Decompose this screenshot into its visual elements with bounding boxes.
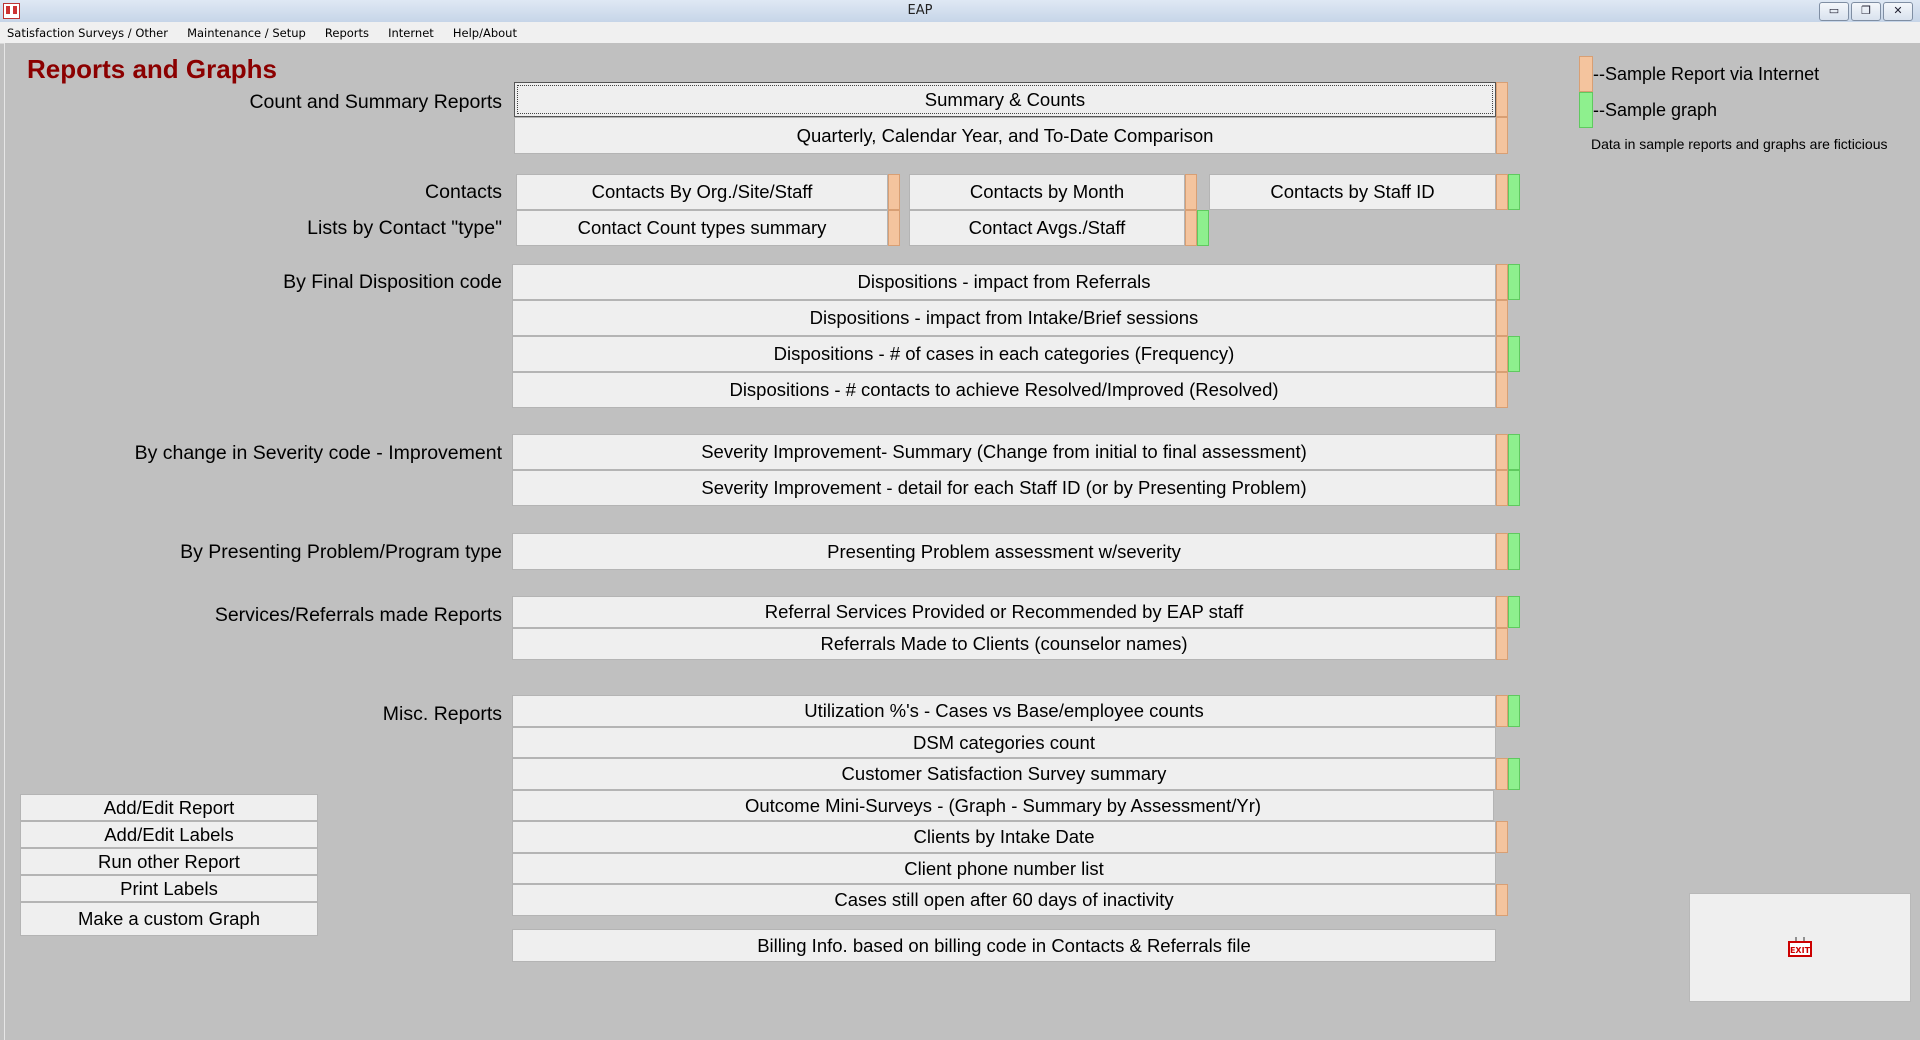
internet-marker[interactable] [888,174,900,210]
graph-marker[interactable] [1508,533,1520,570]
referral-services-button[interactable]: Referral Services Provided or Recommende… [512,596,1496,628]
internet-marker[interactable] [888,210,900,246]
section-presenting-problem: By Presenting Problem/Program type [180,541,502,563]
exit-label: EXIT [1790,946,1811,955]
menu-internet[interactable]: Internet [381,23,441,44]
window-title: EAP [907,3,933,18]
graph-marker[interactable] [1508,470,1520,506]
client-phone-list-button[interactable]: Client phone number list [512,853,1496,884]
section-lists-by-contact-type: Lists by Contact "type" [307,217,502,239]
outcome-mini-surveys-button[interactable]: Outcome Mini-Surveys - (Graph - Summary … [512,790,1494,821]
restore-button[interactable]: ❐ [1851,2,1881,21]
exit-panel[interactable]: EXIT [1689,893,1911,1002]
dispositions-resolved-button[interactable]: Dispositions - # contacts to achieve Res… [512,372,1496,408]
section-misc: Misc. Reports [382,703,502,725]
internet-marker[interactable] [1496,695,1508,727]
contact-avgs-staff-button[interactable]: Contact Avgs./Staff [909,210,1185,246]
exit-sign-icon[interactable]: EXIT [1788,937,1812,957]
menu-maintenance-setup[interactable]: Maintenance / Setup [180,23,313,44]
internet-marker[interactable] [1496,336,1508,372]
graph-marker[interactable] [1508,695,1520,727]
dispositions-intake-button[interactable]: Dispositions - impact from Intake/Brief … [512,300,1496,336]
utilization-button[interactable]: Utilization %'s - Cases vs Base/employee… [512,695,1496,727]
internet-marker[interactable] [1185,174,1197,210]
legend-graph-label: --Sample graph [1593,100,1718,120]
run-other-report-button[interactable]: Run other Report [20,848,318,875]
menu-help-about[interactable]: Help/About [446,23,524,44]
section-contacts: Contacts [425,181,502,203]
internet-marker[interactable] [1185,210,1197,246]
graph-marker[interactable] [1508,174,1520,210]
internet-marker[interactable] [1496,264,1508,300]
contacts-by-month-button[interactable]: Contacts by Month [909,174,1185,210]
internet-marker[interactable] [1496,758,1508,790]
graph-marker[interactable] [1197,210,1209,246]
open-cases-button[interactable]: Cases still open after 60 days of inacti… [512,884,1496,916]
summary-counts-button[interactable]: Summary & Counts [514,82,1496,117]
section-severity: By change in Severity code - Improvement [134,442,502,464]
page-title: Reports and Graphs [27,54,277,84]
section-services-referrals: Services/Referrals made Reports [214,604,502,626]
dispositions-frequency-button[interactable]: Dispositions - # of cases in each catego… [512,336,1496,372]
severity-summary-button[interactable]: Severity Improvement- Summary (Change fr… [512,434,1496,470]
graph-marker[interactable] [1508,758,1520,790]
internet-marker[interactable] [1496,82,1508,117]
billing-info-button[interactable]: Billing Info. based on billing code in C… [512,929,1496,962]
print-labels-button[interactable]: Print Labels [20,875,318,902]
severity-detail-button[interactable]: Severity Improvement - detail for each S… [512,470,1496,506]
graph-marker[interactable] [1508,434,1520,470]
dsm-categories-button[interactable]: DSM categories count [512,727,1496,758]
referrals-made-button[interactable]: Referrals Made to Clients (counselor nam… [512,628,1496,660]
quarterly-comparison-button[interactable]: Quarterly, Calendar Year, and To-Date Co… [514,117,1496,154]
title-bar: EAP ▭ ❐ ✕ [0,0,1920,23]
contact-count-types-button[interactable]: Contact Count types summary [516,210,888,246]
menu-reports[interactable]: Reports [318,23,376,44]
internet-marker[interactable] [1496,300,1508,336]
presenting-problem-button[interactable]: Presenting Problem assessment w/severity [512,533,1496,570]
internet-marker[interactable] [1496,821,1508,853]
dispositions-referrals-button[interactable]: Dispositions - impact from Referrals [512,264,1496,300]
contacts-by-org-button[interactable]: Contacts By Org./Site/Staff [516,174,888,210]
minimize-button[interactable]: ▭ [1819,2,1849,21]
legend-internet-label: --Sample Report via Internet [1593,64,1820,84]
legend-internet-swatch [1579,56,1593,92]
internet-marker[interactable] [1496,596,1508,628]
menu-bar: Satisfaction Surveys / Other Maintenance… [0,22,1920,44]
internet-marker[interactable] [1496,470,1508,506]
menu-satisfaction-surveys[interactable]: Satisfaction Surveys / Other [0,23,175,44]
section-count-summary: Count and Summary Reports [249,91,502,113]
satisfaction-survey-button[interactable]: Customer Satisfaction Survey summary [512,758,1496,790]
add-edit-report-button[interactable]: Add/Edit Report [20,794,318,821]
graph-marker[interactable] [1508,264,1520,300]
internet-marker[interactable] [1496,174,1508,210]
make-custom-graph-button[interactable]: Make a custom Graph [20,902,318,936]
internet-marker[interactable] [1496,434,1508,470]
internet-marker[interactable] [1496,884,1508,916]
graph-marker[interactable] [1508,596,1520,628]
clients-by-intake-button[interactable]: Clients by Intake Date [512,821,1496,853]
graph-marker[interactable] [1508,336,1520,372]
contacts-by-staff-button[interactable]: Contacts by Staff ID [1209,174,1496,210]
internet-marker[interactable] [1496,117,1508,154]
legend-note: Data in sample reports and graphs are fi… [1591,136,1888,152]
close-button[interactable]: ✕ [1883,2,1913,21]
legend-graph-swatch [1579,92,1593,128]
internet-marker[interactable] [1496,628,1508,660]
add-edit-labels-button[interactable]: Add/Edit Labels [20,821,318,848]
section-disposition: By Final Disposition code [283,271,502,293]
internet-marker[interactable] [1496,372,1508,408]
internet-marker[interactable] [1496,533,1508,570]
